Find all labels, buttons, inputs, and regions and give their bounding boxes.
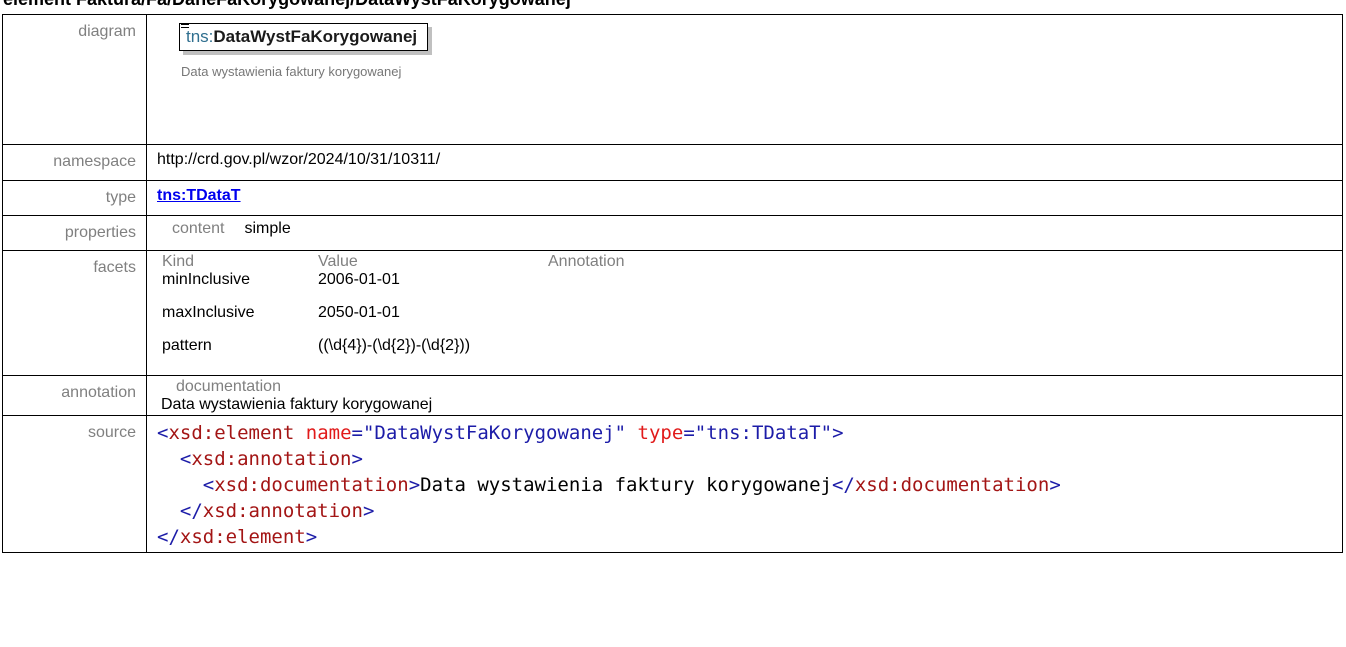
annotation-key: documentation bbox=[176, 378, 281, 395]
facet-value: 2050-01-01 bbox=[318, 304, 400, 321]
namespace-label: namespace bbox=[2, 144, 147, 181]
facet-row: pattern ((\d{4})-(\d{2})-(\d{2})) bbox=[162, 337, 643, 370]
type-label: type bbox=[2, 180, 147, 216]
facet-annotation bbox=[548, 304, 643, 337]
source-line: </xsd:element> bbox=[157, 526, 318, 548]
annotation-row: annotation documentation Data wystawieni… bbox=[2, 375, 1343, 416]
type-row: type tns:TDataT bbox=[2, 180, 1343, 216]
properties-value: simple bbox=[244, 220, 291, 237]
diagram-row: diagram tns:DataWystFaKorygowanej Data w… bbox=[2, 14, 1343, 145]
source-label: source bbox=[2, 415, 147, 553]
facets-row: facets Kind Value Annotation minInclusiv… bbox=[2, 250, 1343, 376]
type-link[interactable]: tns:TDataT bbox=[157, 187, 241, 204]
facet-annotation bbox=[548, 271, 643, 304]
properties-table: diagram tns:DataWystFaKorygowanej Data w… bbox=[2, 14, 1343, 553]
facet-value: ((\d{4})-(\d{2})-(\d{2})) bbox=[318, 337, 471, 354]
element-prefix: tns: bbox=[186, 27, 214, 46]
namespace-value: http://crd.gov.pl/wzor/2024/10/31/10311/ bbox=[146, 144, 1343, 181]
facets-table: Kind Value Annotation minInclusive 2006-… bbox=[162, 253, 643, 370]
element-name: DataWystFaKorygowanej bbox=[213, 27, 418, 46]
diagram-cell: tns:DataWystFaKorygowanej Data wystawien… bbox=[146, 14, 1343, 145]
properties-key: content bbox=[172, 220, 225, 237]
diagram-label: diagram bbox=[2, 14, 147, 145]
page-title: element Faktura/Fa/DaneFaKorygowanej/Dat… bbox=[3, 0, 571, 9]
properties-row: properties content simple bbox=[2, 215, 1343, 251]
element-box[interactable]: tns:DataWystFaKorygowanej bbox=[179, 23, 433, 55]
namespace-row: namespace http://crd.gov.pl/wzor/2024/10… bbox=[2, 144, 1343, 181]
facet-kind: minInclusive bbox=[162, 271, 251, 288]
source-line: </xsd:annotation> bbox=[179, 500, 375, 522]
content-lines-icon bbox=[181, 24, 189, 31]
facets-label: facets bbox=[2, 250, 147, 376]
properties-label: properties bbox=[2, 215, 147, 251]
facet-kind: maxInclusive bbox=[162, 304, 255, 321]
source-line: <xsd:documentation>Data wystawienia fakt… bbox=[202, 474, 1061, 496]
source-code: <xsd:element name="DataWystFaKorygowanej… bbox=[157, 420, 1332, 550]
source-line: <xsd:element name="DataWystFaKorygowanej… bbox=[157, 422, 844, 444]
facet-kind: pattern bbox=[162, 337, 212, 354]
annotation-label: annotation bbox=[2, 375, 147, 416]
source-line: <xsd:annotation> bbox=[179, 448, 363, 470]
facet-annotation bbox=[548, 337, 643, 370]
facet-row: maxInclusive 2050-01-01 bbox=[162, 304, 643, 337]
facets-header-annotation: Annotation bbox=[548, 253, 625, 270]
facet-value: 2006-01-01 bbox=[318, 271, 400, 288]
facet-row: minInclusive 2006-01-01 bbox=[162, 271, 643, 304]
diagram-doc-text: Data wystawienia faktury korygowanej bbox=[181, 64, 402, 79]
annotation-value: Data wystawienia faktury korygowanej bbox=[161, 396, 433, 413]
source-row: source <xsd:element name="DataWystFaKory… bbox=[2, 415, 1343, 553]
facets-header-value: Value bbox=[318, 253, 358, 270]
facets-header-kind: Kind bbox=[162, 253, 195, 270]
